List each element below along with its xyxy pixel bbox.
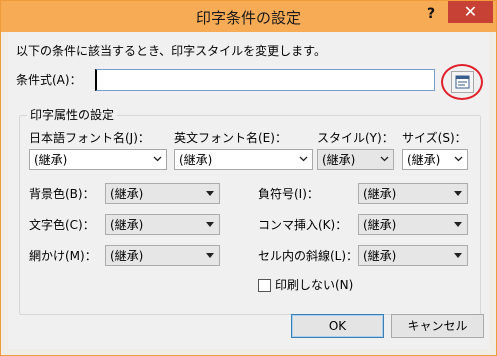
minus-sign-select[interactable]: (継承): [358, 183, 468, 204]
dialog-window: 印字条件の設定 ? ✕ 以下の条件に該当するとき、印字スタイルを変更します。 条…: [0, 0, 497, 356]
dropdown-arrow-icon: [454, 222, 462, 227]
hatching-label: 網かけ(M)：: [29, 249, 97, 263]
description-text: 以下の条件に該当するとき、印字スタイルを変更します。: [16, 44, 326, 58]
dropdown-arrow-icon: [206, 253, 214, 258]
comma-insert-select[interactable]: (継承): [358, 214, 468, 235]
background-color-value: (継承): [110, 187, 144, 201]
japanese-font-value: (継承): [34, 153, 68, 167]
style-value: (継承): [322, 153, 356, 167]
dropdown-arrow-icon: [454, 191, 462, 196]
dropdown-arrow-icon: [206, 222, 214, 227]
ok-button[interactable]: OK: [291, 314, 384, 338]
english-font-label: 英文フォント名(E)：: [174, 131, 287, 145]
size-label: サイズ(S)：: [402, 131, 467, 145]
title-bar: 印字条件の設定 ? ✕: [1, 1, 496, 32]
chevron-down-icon: [153, 156, 162, 162]
close-button[interactable]: ✕: [448, 1, 493, 23]
background-color-select[interactable]: (継承): [105, 183, 220, 204]
minus-sign-label: 負符号(I)：: [258, 187, 319, 201]
cell-diagonal-value: (継承): [363, 249, 397, 263]
background-color-label: 背景色(B)：: [29, 187, 95, 201]
cell-diagonal-select[interactable]: (継承): [358, 245, 468, 266]
text-color-label: 文字色(C)：: [29, 218, 95, 232]
chevron-down-icon: [380, 156, 389, 162]
group-title: 印字属性の設定: [27, 108, 118, 122]
hatching-value: (継承): [110, 249, 144, 263]
text-color-value: (継承): [110, 218, 144, 232]
size-select[interactable]: (継承): [402, 149, 468, 170]
dropdown-arrow-icon: [454, 253, 462, 258]
chevron-down-icon: [299, 156, 308, 162]
help-button[interactable]: ?: [419, 3, 443, 25]
chevron-down-icon: [454, 156, 463, 162]
close-icon: ✕: [463, 2, 478, 21]
english-font-select[interactable]: (継承): [174, 149, 313, 170]
dropdown-arrow-icon: [206, 191, 214, 196]
no-print-label: 印刷しない(N): [275, 278, 354, 292]
japanese-font-label: 日本語フォント名(J)：: [29, 131, 150, 145]
dialog-body: 以下の条件に該当するとき、印字スタイルを変更します。 条件式(A)： 印字属性の…: [8, 32, 489, 349]
size-value: (継承): [407, 153, 441, 167]
cancel-button[interactable]: キャンセル: [391, 314, 484, 338]
condition-input[interactable]: [95, 69, 435, 91]
style-label: スタイル(Y)：: [317, 131, 394, 145]
condition-label: 条件式(A)：: [16, 73, 82, 87]
english-font-value: (継承): [179, 153, 213, 167]
minus-sign-value: (継承): [363, 187, 397, 201]
japanese-font-select[interactable]: (継承): [29, 149, 167, 170]
highlight-circle: [441, 64, 483, 100]
text-color-select[interactable]: (継承): [105, 214, 220, 235]
comma-insert-label: コンマ挿入(K)：: [258, 218, 348, 232]
hatching-select[interactable]: (継承): [105, 245, 220, 266]
style-select[interactable]: (継承): [317, 149, 394, 170]
no-print-checkbox[interactable]: [258, 279, 271, 292]
cell-diagonal-label: セル内の斜線(L)：: [258, 249, 359, 263]
comma-insert-value: (継承): [363, 218, 397, 232]
